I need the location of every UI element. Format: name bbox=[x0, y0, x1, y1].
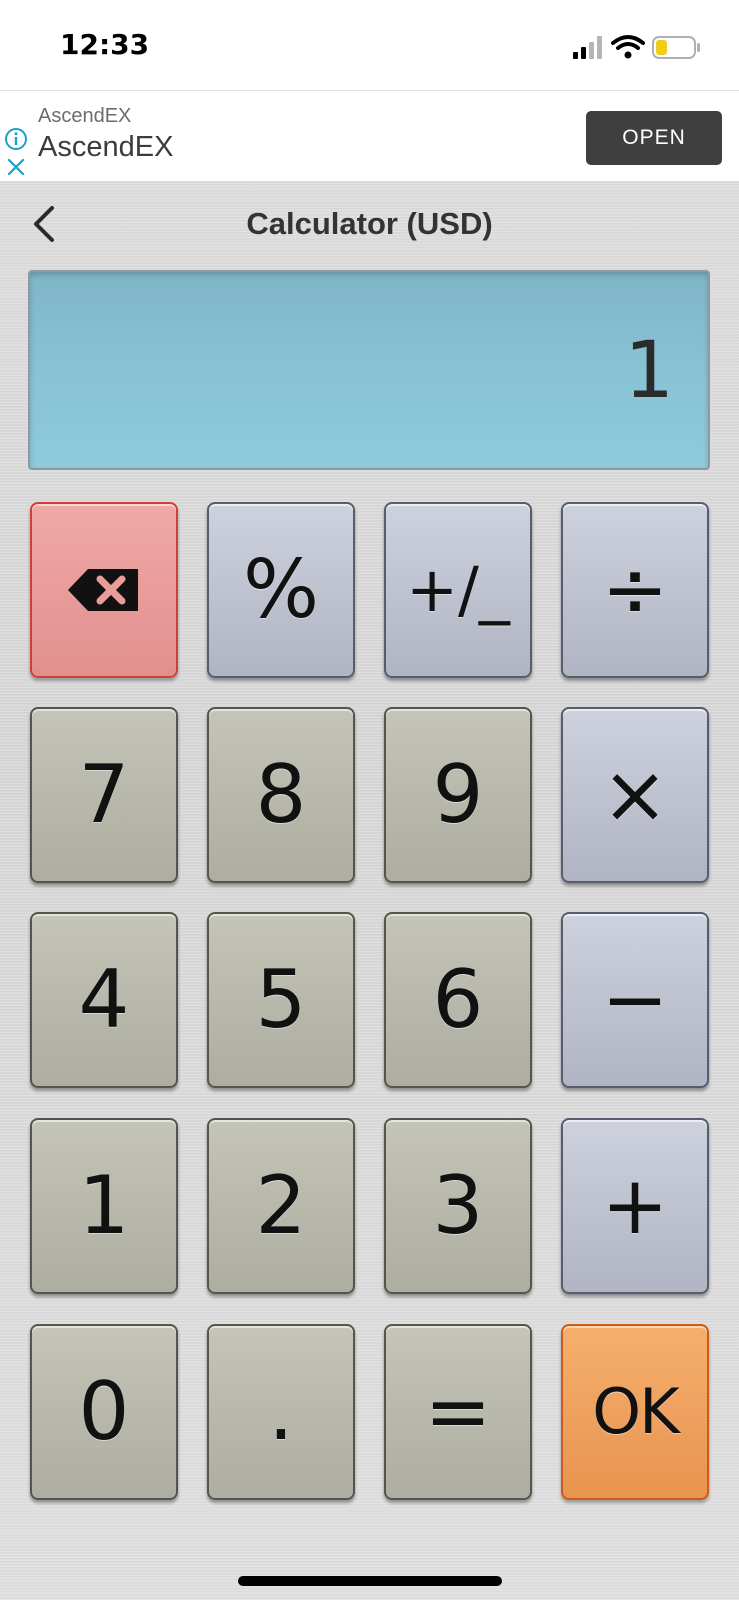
info-icon[interactable] bbox=[4, 127, 28, 151]
key-label: − bbox=[601, 953, 669, 1046]
home-indicator[interactable] bbox=[238, 1576, 502, 1586]
multiply-button[interactable]: × bbox=[561, 707, 709, 883]
ad-advertiser: AscendEX bbox=[38, 105, 132, 127]
display-value: 1 bbox=[624, 326, 674, 416]
ad-banner[interactable]: AscendEX AscendEX OPEN bbox=[0, 90, 739, 182]
key-label: ÷ bbox=[601, 543, 669, 636]
key-label: 6 bbox=[432, 953, 484, 1046]
key-label: 3 bbox=[432, 1159, 484, 1252]
key-label: . bbox=[268, 1365, 294, 1458]
digit-3-button[interactable]: 3 bbox=[384, 1118, 532, 1294]
key-label: 8 bbox=[255, 748, 307, 841]
ad-open-button[interactable]: OPEN bbox=[586, 111, 722, 165]
calculator-display: 1 bbox=[28, 270, 710, 470]
key-label: % bbox=[242, 543, 319, 636]
digit-4-button[interactable]: 4 bbox=[30, 912, 178, 1088]
status-time: 12:33 bbox=[60, 28, 150, 61]
divide-button[interactable]: ÷ bbox=[561, 502, 709, 678]
page-title: Calculator (USD) bbox=[246, 206, 493, 241]
key-label: OK bbox=[592, 1375, 679, 1448]
digit-6-button[interactable]: 6 bbox=[384, 912, 532, 1088]
key-label: 0 bbox=[78, 1365, 130, 1458]
backspace-button[interactable] bbox=[30, 502, 178, 678]
key-label: +/_ bbox=[406, 553, 510, 626]
digit-1-button[interactable]: 1 bbox=[30, 1118, 178, 1294]
subtract-button[interactable]: − bbox=[561, 912, 709, 1088]
cellular-signal-icon bbox=[573, 36, 602, 59]
plus-minus-button[interactable]: +/_ bbox=[384, 502, 532, 678]
ok-button[interactable]: OK bbox=[561, 1324, 709, 1500]
key-label: 4 bbox=[78, 953, 130, 1046]
close-icon[interactable] bbox=[6, 157, 26, 177]
decimal-point-button[interactable]: . bbox=[207, 1324, 355, 1500]
digit-7-button[interactable]: 7 bbox=[30, 707, 178, 883]
add-button[interactable]: + bbox=[561, 1118, 709, 1294]
digit-0-button[interactable]: 0 bbox=[30, 1324, 178, 1500]
key-label: × bbox=[601, 748, 669, 841]
ad-title[interactable]: AscendEX bbox=[38, 131, 173, 164]
digit-5-button[interactable]: 5 bbox=[207, 912, 355, 1088]
key-label: 9 bbox=[432, 748, 484, 841]
battery-low-icon bbox=[652, 36, 700, 59]
status-icons bbox=[543, 32, 703, 62]
wifi-icon bbox=[611, 35, 645, 59]
percent-button[interactable]: % bbox=[207, 502, 355, 678]
backspace-icon bbox=[68, 569, 138, 611]
key-label: = bbox=[424, 1365, 492, 1458]
key-label: 5 bbox=[255, 953, 307, 1046]
equals-button[interactable]: = bbox=[384, 1324, 532, 1500]
key-label: 1 bbox=[78, 1159, 130, 1252]
digit-2-button[interactable]: 2 bbox=[207, 1118, 355, 1294]
key-label: 2 bbox=[255, 1159, 307, 1252]
status-bar: 12:33 bbox=[0, 0, 739, 90]
digit-9-button[interactable]: 9 bbox=[384, 707, 532, 883]
calculator-screen: Calculator (USD) 1 % +/_ ÷ 7 8 9 × 4 5 6 bbox=[0, 182, 739, 1600]
key-label: + bbox=[601, 1159, 669, 1252]
key-label: 7 bbox=[78, 748, 130, 841]
digit-8-button[interactable]: 8 bbox=[207, 707, 355, 883]
